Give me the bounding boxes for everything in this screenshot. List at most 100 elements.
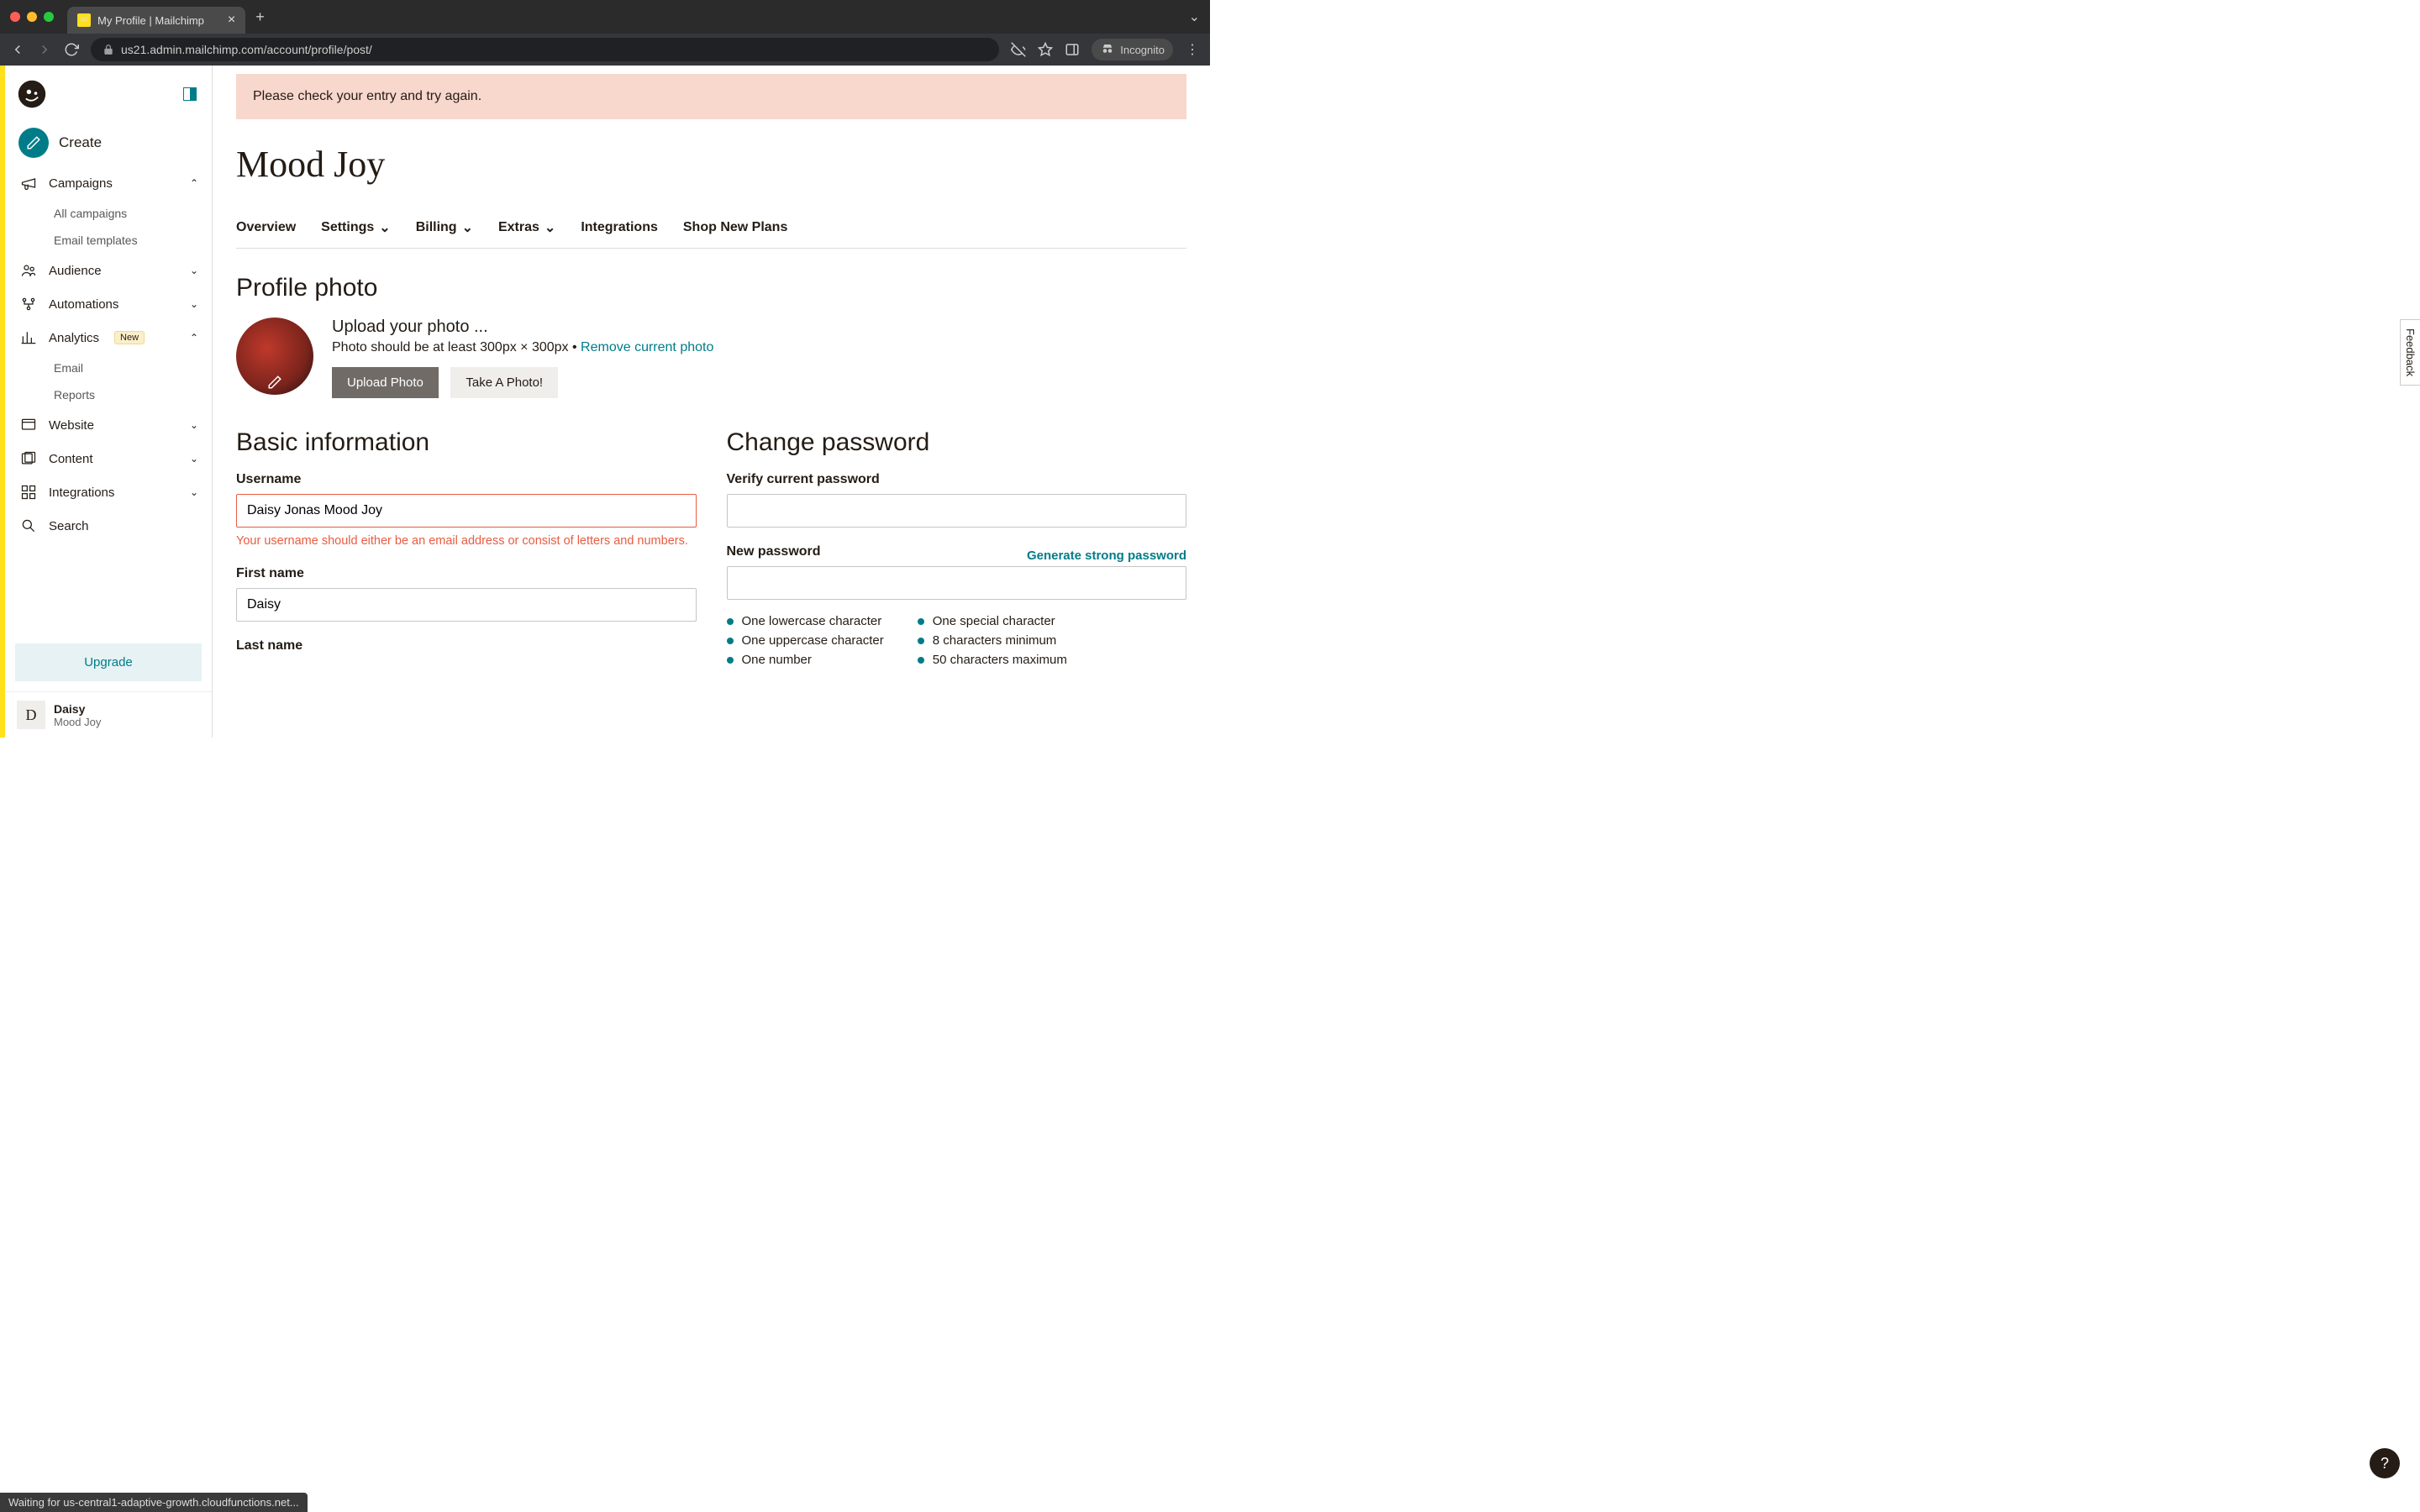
address-bar[interactable]: us21.admin.mailchimp.com/account/profile…: [91, 38, 999, 61]
maximize-window-icon[interactable]: [44, 12, 54, 22]
close-tab-icon[interactable]: ×: [228, 13, 235, 28]
content-icon: [18, 450, 39, 467]
chevron-up-icon: ⌃: [190, 332, 198, 344]
new-tab-button[interactable]: +: [255, 8, 265, 26]
sidebar-sub-email[interactable]: Email: [5, 354, 212, 381]
user-menu[interactable]: D Daisy Mood Joy: [5, 691, 212, 738]
chevron-down-icon: ⌄: [190, 298, 198, 310]
sidebar-item-label: Audience: [49, 264, 102, 278]
favicon-icon: ✉: [77, 13, 91, 27]
sidebar-item-campaigns[interactable]: Campaigns ⌃: [5, 166, 212, 200]
tab-integrations[interactable]: Integrations: [581, 219, 658, 248]
collapse-sidebar-icon[interactable]: [183, 87, 197, 101]
sidebar-item-label: Create: [59, 134, 102, 151]
profile-avatar[interactable]: [236, 318, 313, 395]
username-input[interactable]: [236, 494, 697, 528]
pw-rule: One number: [727, 650, 884, 669]
reload-button[interactable]: [64, 42, 79, 57]
remove-photo-link[interactable]: Remove current photo: [581, 340, 713, 354]
profile-photo-heading: Profile photo: [236, 274, 1186, 302]
verify-password-label: Verify current password: [727, 472, 1187, 487]
chevron-down-icon: ⌄: [190, 486, 198, 498]
sidebar-item-label: Website: [49, 418, 94, 433]
account-tabs: Overview Settings⌄ Billing⌄ Extras⌄ Inte…: [236, 219, 1186, 249]
tab-settings[interactable]: Settings⌄: [321, 219, 391, 248]
megaphone-icon: [18, 175, 39, 192]
search-icon: [18, 517, 39, 534]
new-password-input[interactable]: [727, 566, 1187, 600]
bullet-icon: [918, 618, 924, 625]
user-org: Mood Joy: [54, 716, 101, 728]
sidebar-item-search[interactable]: Search: [5, 509, 212, 543]
username-error-message: Your username should either be an email …: [236, 533, 697, 549]
page-title: Mood Joy: [236, 143, 1186, 186]
lock-icon: [103, 44, 114, 55]
pw-rule: One uppercase character: [727, 631, 884, 650]
tab-overview[interactable]: Overview: [236, 219, 296, 248]
rule-text: 50 characters maximum: [933, 653, 1067, 667]
rule-text: One number: [742, 653, 812, 667]
bookmark-star-icon[interactable]: [1038, 42, 1053, 57]
feedback-tab[interactable]: Feedback: [2400, 319, 2420, 386]
upload-photo-button[interactable]: Upload Photo: [332, 367, 439, 398]
sidebar-item-create[interactable]: Create: [5, 119, 212, 166]
generate-password-link[interactable]: Generate strong password: [1027, 549, 1186, 563]
sidebar-sub-reports[interactable]: Reports: [5, 381, 212, 408]
rule-text: One uppercase character: [742, 633, 884, 648]
sidebar-item-label: Analytics: [49, 331, 99, 345]
firstname-input[interactable]: [236, 588, 697, 622]
new-badge: New: [114, 331, 145, 344]
sidebar-item-audience[interactable]: Audience ⌄: [5, 254, 212, 287]
upgrade-button[interactable]: Upgrade: [15, 643, 202, 681]
sidebar-item-integrations[interactable]: Integrations ⌄: [5, 475, 212, 509]
photo-hint: Photo should be at least 300px × 300px •: [332, 340, 581, 354]
incognito-badge[interactable]: Incognito: [1092, 39, 1173, 60]
sidebar-item-website[interactable]: Website ⌄: [5, 408, 212, 442]
sidebar-item-label: Automations: [49, 297, 118, 312]
bullet-icon: [727, 618, 734, 625]
pw-rule: One lowercase character: [727, 612, 884, 631]
tab-title: My Profile | Mailchimp: [97, 14, 204, 27]
sidebar-sub-email-templates[interactable]: Email templates: [5, 227, 212, 254]
sidebar-item-content[interactable]: Content ⌄: [5, 442, 212, 475]
lastname-label: Last name: [236, 638, 697, 654]
pw-rule: One special character: [918, 612, 1067, 631]
back-button[interactable]: [10, 42, 25, 57]
tab-shop-plans[interactable]: Shop New Plans: [683, 219, 787, 248]
username-label: Username: [236, 472, 697, 487]
chevron-down-icon: ⌄: [379, 219, 390, 236]
sidebar-item-label: Search: [49, 519, 89, 533]
take-photo-button[interactable]: Take A Photo!: [450, 367, 558, 398]
mailchimp-logo[interactable]: [17, 79, 47, 109]
verify-password-input[interactable]: [727, 494, 1187, 528]
eye-off-icon[interactable]: [1011, 42, 1026, 57]
panel-icon[interactable]: [1065, 42, 1080, 57]
tab-billing[interactable]: Billing⌄: [416, 219, 473, 248]
rule-text: One special character: [933, 614, 1055, 628]
kebab-menu-icon[interactable]: ⋮: [1185, 42, 1200, 57]
automations-icon: [18, 296, 39, 312]
tabs-dropdown-icon[interactable]: ⌄: [1189, 8, 1200, 25]
sidebar-sub-all-campaigns[interactable]: All campaigns: [5, 200, 212, 227]
forward-button[interactable]: [37, 42, 52, 57]
bullet-icon: [727, 638, 734, 644]
close-window-icon[interactable]: [10, 12, 20, 22]
sidebar-item-analytics[interactable]: Analytics New ⌃: [5, 321, 212, 354]
tab-label: Extras: [498, 220, 539, 235]
sidebar-item-automations[interactable]: Automations ⌄: [5, 287, 212, 321]
error-alert: Please check your entry and try again.: [236, 74, 1186, 119]
tab-extras[interactable]: Extras⌄: [498, 219, 555, 248]
help-button[interactable]: ?: [2370, 1448, 2400, 1478]
edit-avatar-icon[interactable]: [267, 375, 282, 390]
chevron-down-icon: ⌄: [462, 219, 473, 236]
chevron-down-icon: ⌄: [190, 265, 198, 276]
user-name: Daisy: [54, 702, 101, 716]
integrations-icon: [18, 484, 39, 501]
minimize-window-icon[interactable]: [27, 12, 37, 22]
browser-tab[interactable]: ✉ My Profile | Mailchimp ×: [67, 7, 245, 34]
browser-toolbar: us21.admin.mailchimp.com/account/profile…: [0, 34, 1210, 66]
sidebar-item-label: Content: [49, 452, 93, 466]
chevron-up-icon: ⌃: [190, 177, 198, 189]
basic-info-heading: Basic information: [236, 428, 697, 457]
bullet-icon: [918, 657, 924, 664]
